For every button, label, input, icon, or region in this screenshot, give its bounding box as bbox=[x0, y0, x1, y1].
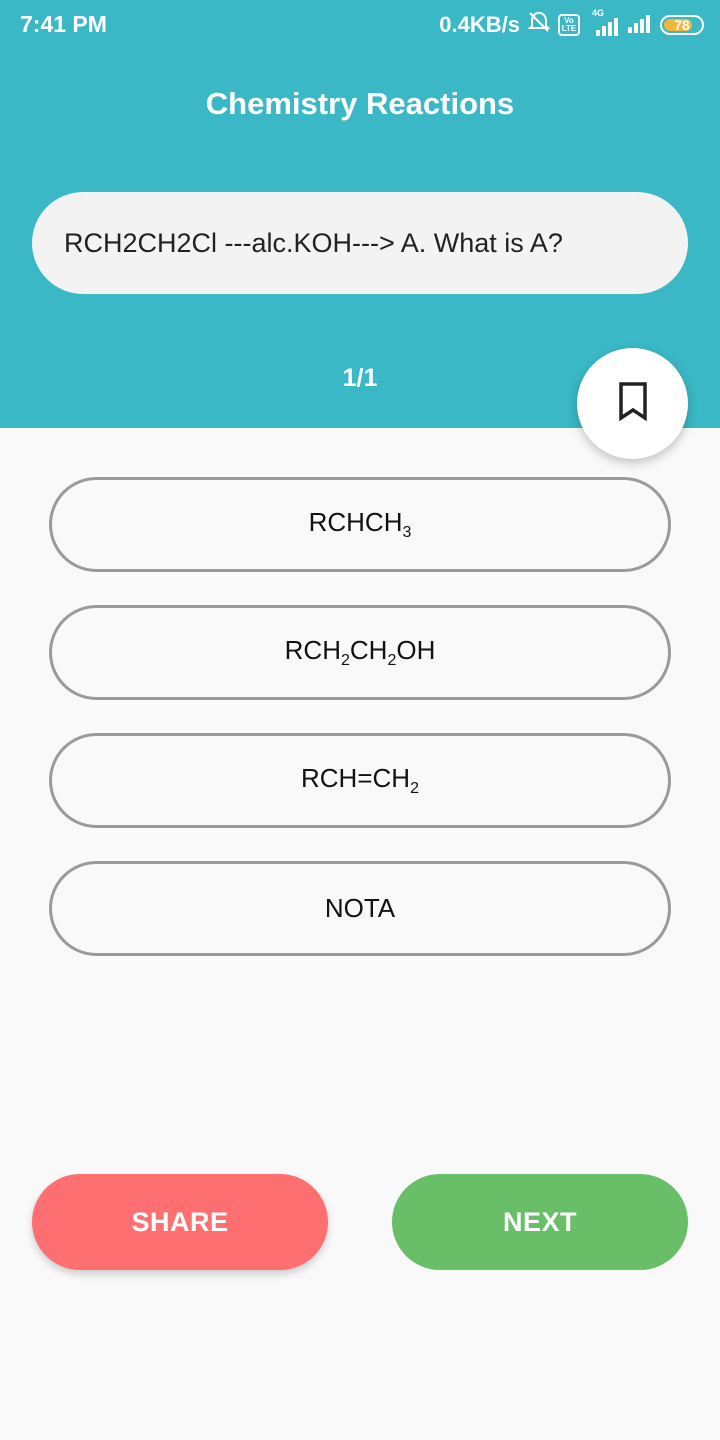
status-bar: 7:41 PM 0.4KB/s Vo LTE 4G 78 bbox=[0, 0, 720, 50]
option-3-button[interactable]: RCH=CH2 bbox=[49, 733, 671, 828]
page-title: Chemistry Reactions bbox=[205, 86, 515, 121]
status-time: 7:41 PM bbox=[20, 11, 107, 37]
volte-icon: Vo LTE bbox=[558, 14, 580, 36]
next-button[interactable]: NEXT bbox=[392, 1174, 688, 1270]
option-2-button[interactable]: RCH2CH2OH bbox=[49, 605, 671, 700]
option-3-label: RCH=CH2 bbox=[301, 763, 419, 797]
share-button[interactable]: SHARE bbox=[32, 1174, 328, 1270]
status-icons: 0.4KB/s Vo LTE 4G 78 bbox=[433, 8, 704, 41]
battery-icon: 78 bbox=[660, 15, 704, 35]
question-text: RCH2CH2Cl ---alc.KOH---> A. What is A? bbox=[64, 227, 563, 258]
option-4-button[interactable]: NOTA bbox=[49, 861, 671, 956]
bookmark-outline-icon bbox=[616, 381, 650, 426]
bookmark-button[interactable] bbox=[577, 348, 688, 459]
quiz-screen: 7:41 PM 0.4KB/s Vo LTE 4G 78 Chemistry R… bbox=[0, 0, 720, 1440]
option-1-button[interactable]: RCHCH3 bbox=[49, 477, 671, 572]
alarm-off-icon bbox=[526, 9, 552, 41]
option-1-label: RCHCH3 bbox=[308, 507, 412, 541]
option-4-label: NOTA bbox=[324, 893, 396, 923]
signal-icon bbox=[626, 9, 654, 41]
signal-4g-icon: 4G bbox=[586, 8, 620, 38]
network-speed: 0.4KB/s bbox=[439, 12, 520, 37]
option-2-label: RCH2CH2OH bbox=[284, 635, 436, 669]
question-card: RCH2CH2Cl ---alc.KOH---> A. What is A? bbox=[32, 192, 688, 294]
